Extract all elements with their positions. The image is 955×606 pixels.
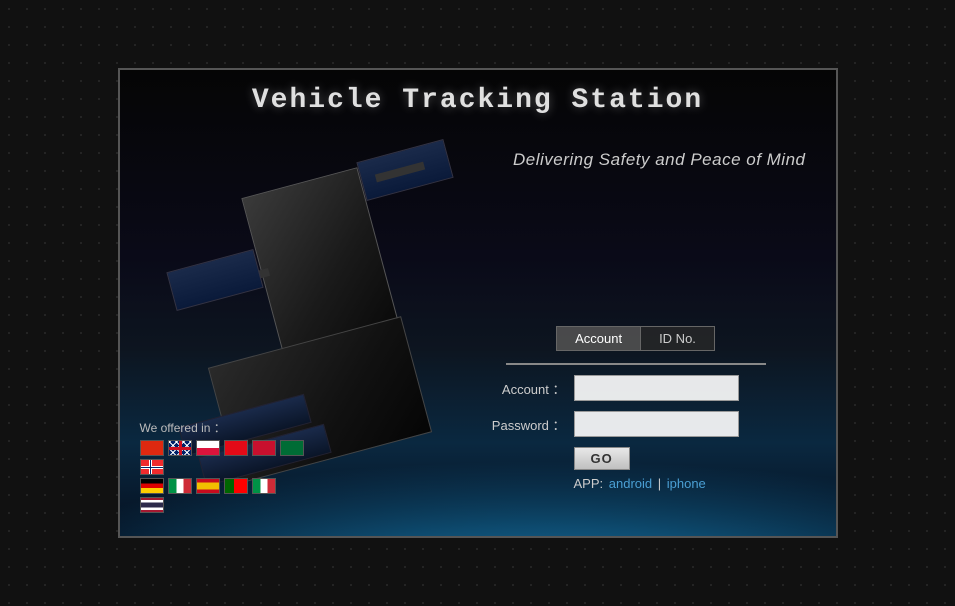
flag-chinese[interactable] <box>140 440 164 456</box>
flag-italian[interactable] <box>252 478 276 494</box>
flags-row-2 <box>140 459 304 475</box>
flags-row-4 <box>140 497 304 513</box>
app-title: Vehicle Tracking Station <box>120 85 836 116</box>
account-label: Account ： <box>466 379 566 398</box>
iphone-link[interactable]: iphone <box>667 476 706 491</box>
go-button[interactable]: GO <box>574 447 630 470</box>
flag-italian2[interactable] <box>168 478 192 494</box>
language-section: We offered in ： <box>140 419 304 516</box>
flag-thai[interactable] <box>140 497 164 513</box>
password-row: Password ： <box>466 411 806 437</box>
flag-english[interactable] <box>168 440 192 456</box>
tab-idno[interactable]: ID No. <box>640 326 715 351</box>
password-label: Password ： <box>466 415 566 434</box>
android-link[interactable]: android <box>609 476 652 491</box>
flags-row-3 <box>140 478 304 494</box>
flag-red[interactable] <box>252 440 276 456</box>
login-area: Account ID No. Account ： Password ： GO A… <box>436 316 836 536</box>
flag-polish[interactable] <box>196 440 220 456</box>
tab-bar: Account ID No. <box>466 326 806 351</box>
tab-account[interactable]: Account <box>556 326 640 351</box>
app-links-row: APP: android | iphone <box>574 476 806 491</box>
app-subtitle: Delivering Safety and Peace of Mind <box>513 150 806 170</box>
account-input[interactable] <box>574 375 739 401</box>
app-links-prefix: APP: <box>574 476 604 491</box>
flag-norwegian[interactable] <box>140 459 164 475</box>
account-row: Account ： <box>466 375 806 401</box>
flag-turkish[interactable] <box>224 440 248 456</box>
flags-row-1 <box>140 440 304 456</box>
password-input[interactable] <box>574 411 739 437</box>
flag-spanish[interactable] <box>196 478 220 494</box>
lang-label: We offered in ： <box>140 419 304 436</box>
flag-portuguese[interactable] <box>224 478 248 494</box>
main-panel: Vehicle Tracking Station Delivering Safe… <box>118 68 838 538</box>
flag-german[interactable] <box>140 478 164 494</box>
tab-underline <box>506 363 766 365</box>
flag-arabic[interactable] <box>280 440 304 456</box>
